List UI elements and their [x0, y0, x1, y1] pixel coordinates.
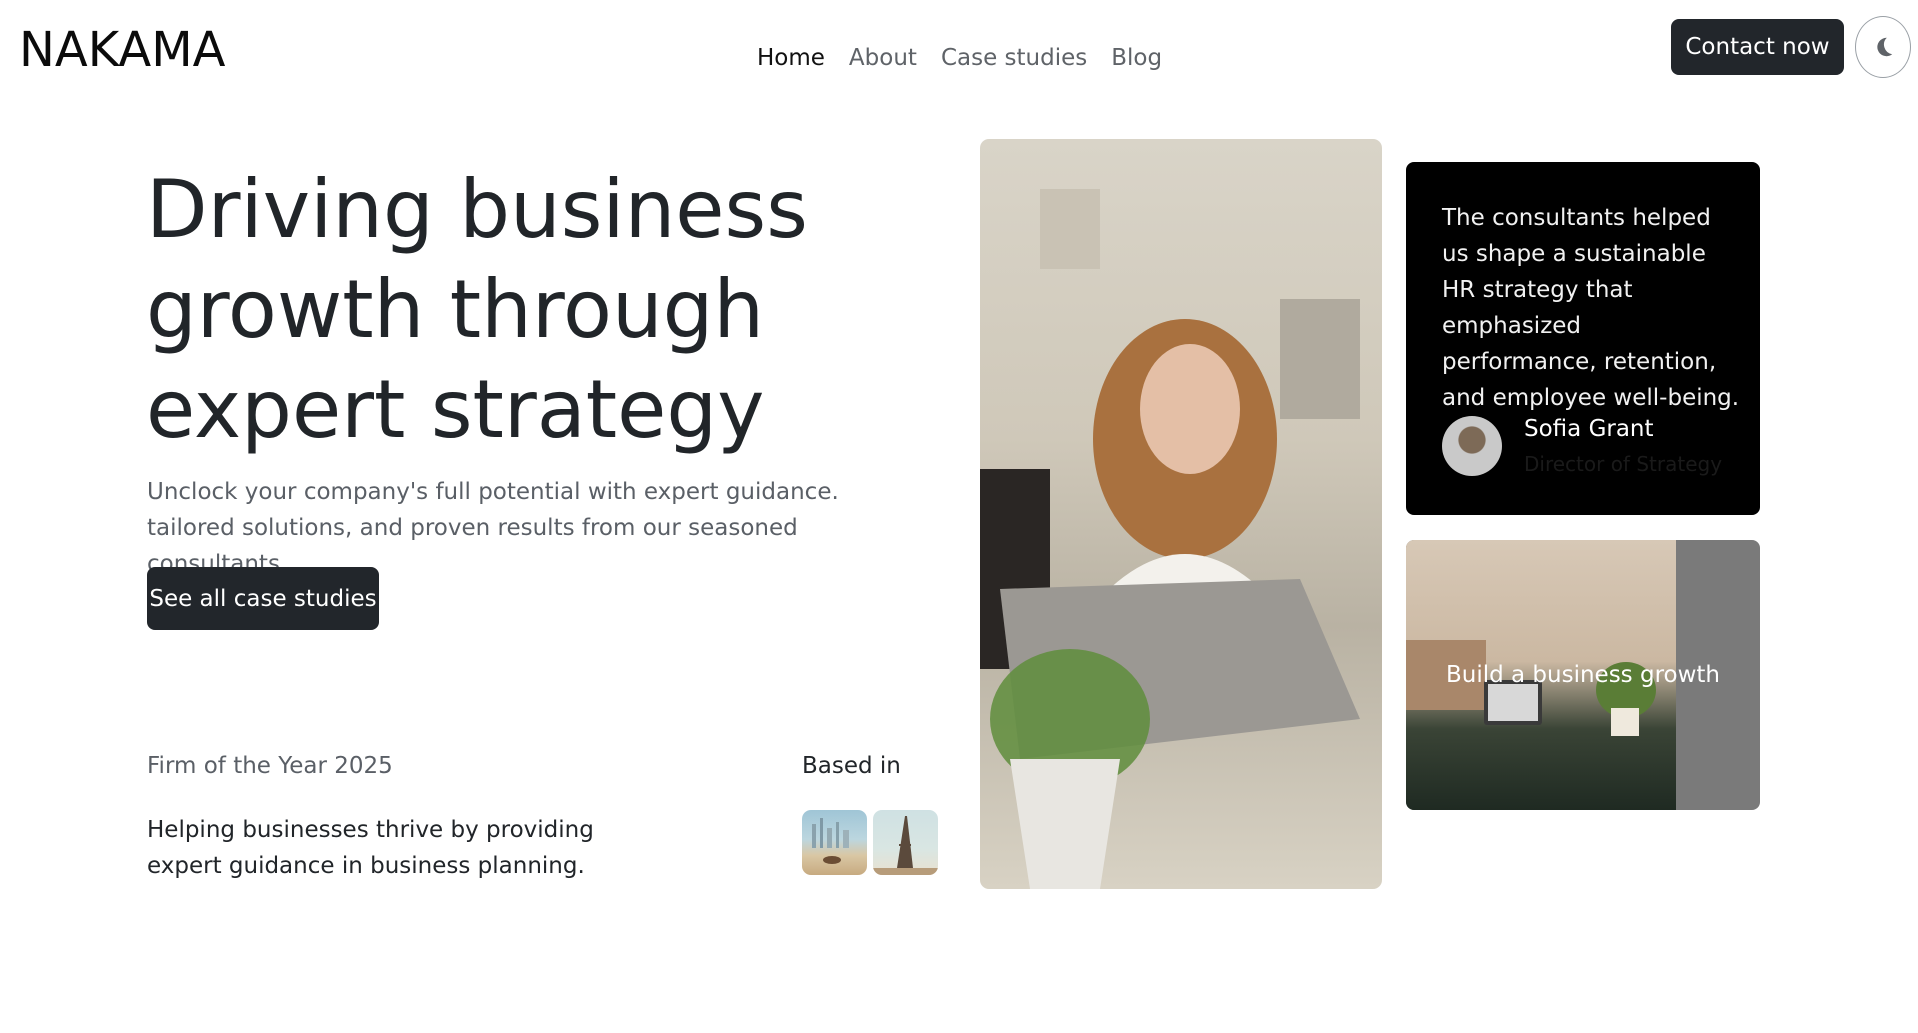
nav-case-studies[interactable]: Case studies [941, 42, 1087, 74]
nav-about[interactable]: About [849, 42, 917, 74]
testimonial-name: Sofia Grant [1524, 416, 1654, 442]
theme-toggle-button[interactable] [1855, 16, 1911, 78]
nav-blog[interactable]: Blog [1111, 42, 1162, 74]
nav-home[interactable]: Home [757, 42, 825, 74]
avatar [1442, 416, 1502, 476]
award-description: Helping businesses thrive by providing e… [147, 817, 594, 879]
moon-icon [1877, 37, 1893, 57]
dubai-city-image [802, 810, 867, 875]
hero-subtitle: Unclock your company's full potential wi… [147, 479, 839, 577]
testimonial-card: The consultants helped us shape a sustai… [1406, 162, 1760, 515]
testimonial-quote: The consultants helped us shape a sustai… [1442, 205, 1740, 411]
main-nav: Home About Case studies Blog [757, 42, 1162, 74]
brand-logo[interactable]: NAKAMA [19, 22, 225, 78]
see-case-studies-button[interactable]: See all case studies [147, 567, 379, 630]
consultant-photo [980, 139, 1382, 889]
hero-title: Driving business growth through expert s… [146, 163, 808, 456]
award-label: Firm of the Year 2025 [147, 753, 393, 779]
based-in-label: Based in [802, 753, 901, 779]
testimonial-role: Director of Strategy [1524, 452, 1723, 476]
contact-now-button[interactable]: Contact now [1671, 19, 1844, 75]
growth-card-label: Build a business growth [1445, 662, 1721, 688]
business-growth-card[interactable]: Build a business growth [1406, 540, 1760, 810]
paris-city-image [873, 810, 938, 875]
